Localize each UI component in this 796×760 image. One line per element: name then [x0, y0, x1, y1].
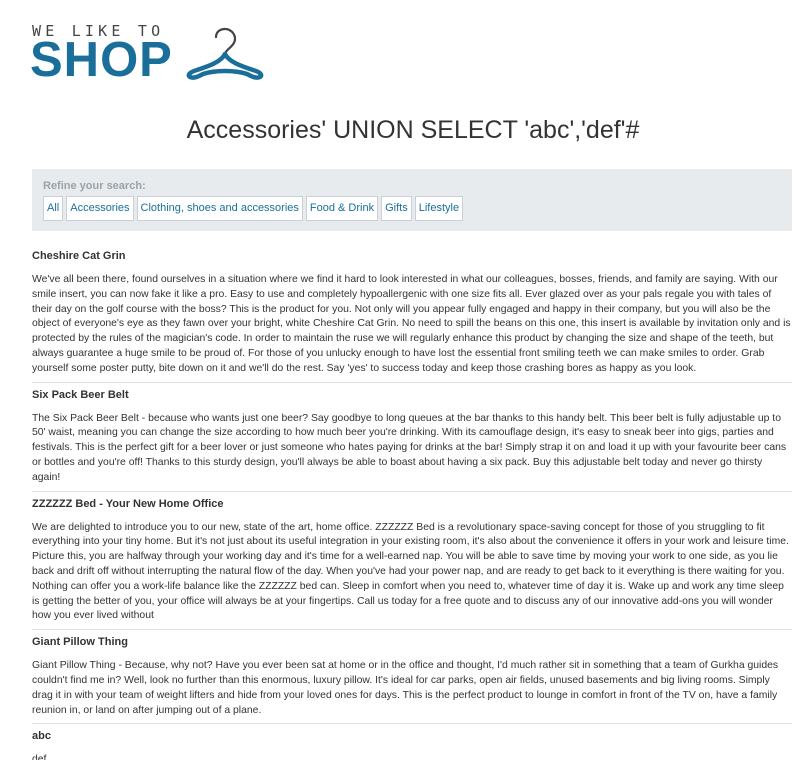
- filter-label: Refine your search:: [43, 180, 146, 192]
- filter-link-accessories[interactable]: Accessories: [66, 196, 134, 221]
- filter-link-clothing[interactable]: Clothing, shoes and accessories: [136, 196, 303, 221]
- filter-links: All Accessories Clothing, shoes and acce…: [43, 196, 464, 221]
- filter-link-lifestyle[interactable]: Lifestyle: [414, 196, 464, 221]
- filter-link-food-drink[interactable]: Food & Drink: [305, 196, 379, 221]
- filter-link-all[interactable]: All: [43, 196, 64, 221]
- logo-word: SHOP: [30, 33, 173, 87]
- product-item: Cheshire Cat Grin We've all been there, …: [32, 247, 792, 383]
- product-name: Giant Pillow Thing: [32, 636, 128, 649]
- product-name: abc: [32, 730, 51, 743]
- product-item: abc def: [32, 727, 792, 760]
- product-list: Cheshire Cat Grin We've all been there, …: [32, 247, 792, 760]
- site-logo[interactable]: WE LIKE TO SHOP: [30, 22, 270, 92]
- filter-panel: Refine your search: All Accessories Clot…: [32, 169, 792, 231]
- product-item: ZZZZZZ Bed - Your New Home Office We are…: [32, 495, 792, 631]
- product-item: Giant Pillow Thing Giant Pillow Thing - …: [32, 633, 792, 725]
- hanger-icon: [186, 27, 264, 80]
- product-item: Six Pack Beer Belt The Six Pack Beer Bel…: [32, 386, 792, 492]
- page: WE LIKE TO SHOP Accessories' UNION SELEC…: [0, 0, 796, 760]
- product-description: Giant Pillow Thing - Because, why not? H…: [32, 660, 779, 716]
- product-description: We are delighted to introduce you to our…: [32, 521, 789, 622]
- filter-link-gifts[interactable]: Gifts: [381, 196, 412, 221]
- product-name: Cheshire Cat Grin: [32, 250, 126, 262]
- product-description: def: [32, 754, 47, 760]
- product-description: We've all been there, found ourselves in…: [32, 274, 791, 374]
- product-name: ZZZZZZ Bed - Your New Home Office: [32, 497, 224, 510]
- product-name: Six Pack Beer Belt: [32, 388, 129, 401]
- page-title: Accessories' UNION SELECT 'abc','def'#: [186, 116, 640, 144]
- product-description: The Six Pack Beer Belt - because who wan…: [32, 412, 787, 483]
